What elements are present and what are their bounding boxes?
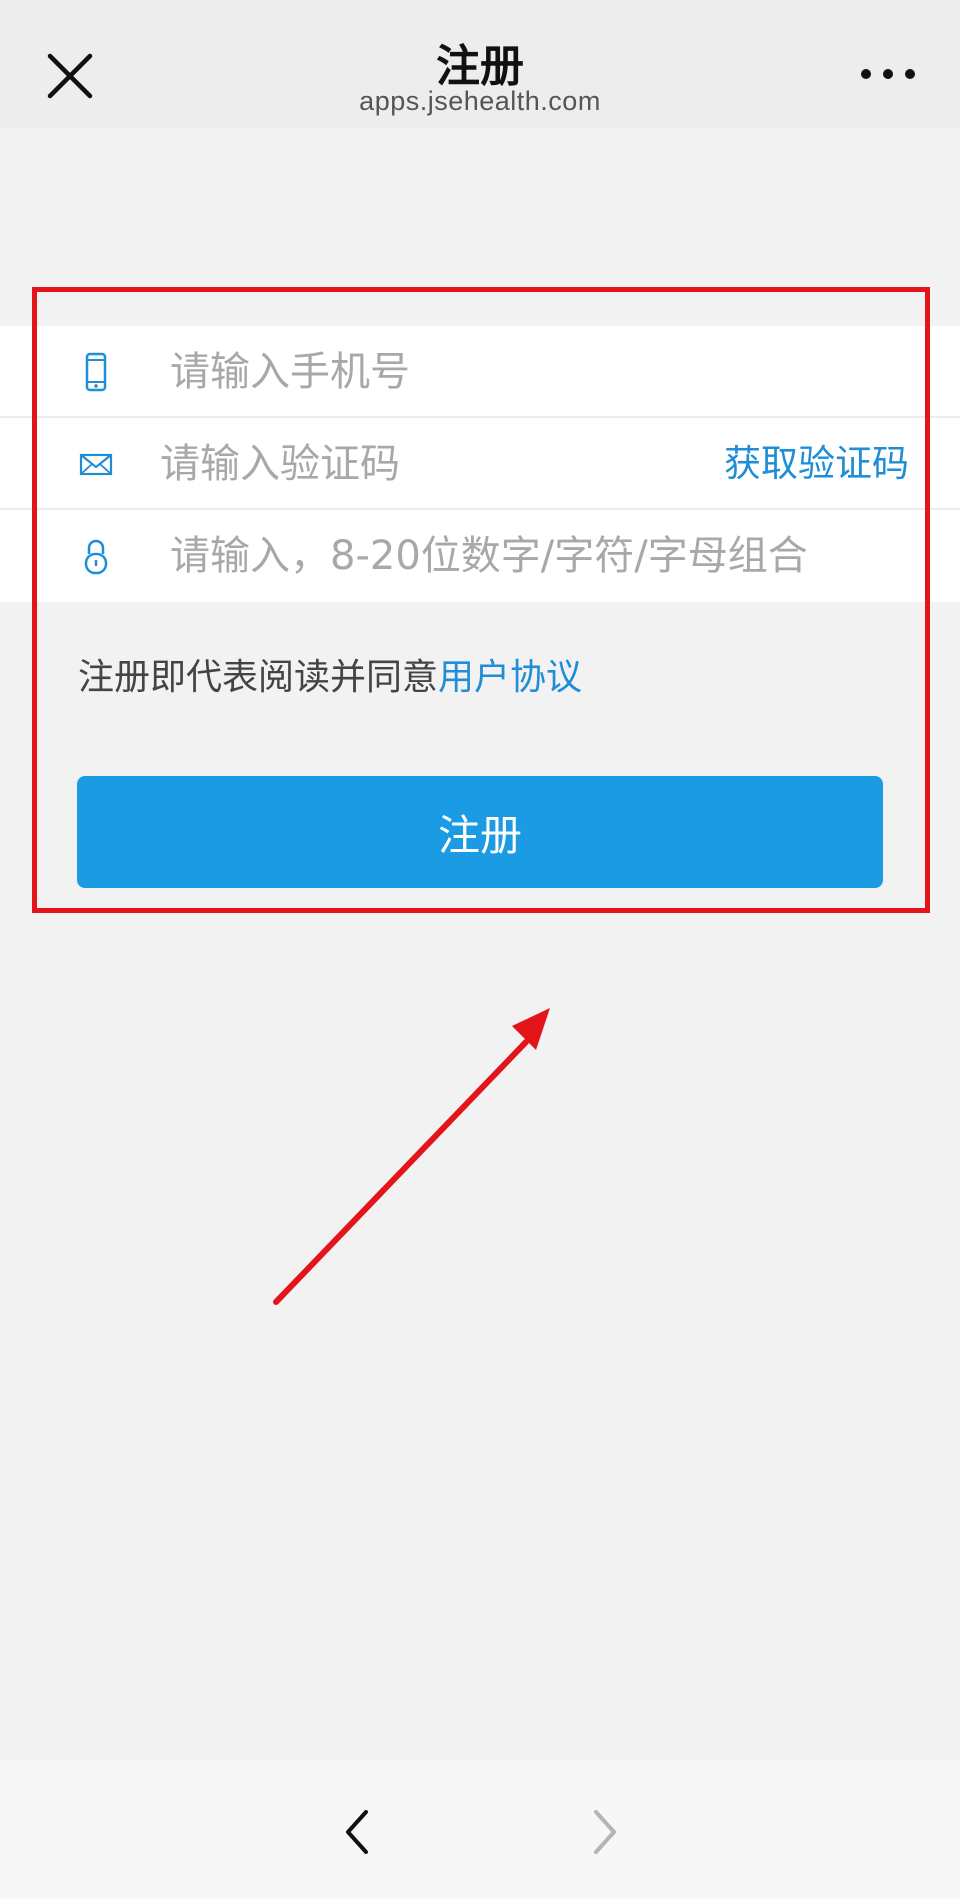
page-url: apps.jsehealth.com xyxy=(359,86,601,116)
chevron-right-icon[interactable] xyxy=(590,1808,622,1856)
more-icon[interactable] xyxy=(860,60,916,88)
bottom-nav-bar xyxy=(0,1760,960,1899)
chevron-left-icon[interactable] xyxy=(340,1808,372,1856)
page-title: 注册 xyxy=(436,41,524,92)
annotation-arrow xyxy=(273,1008,550,1305)
top-nav-bar: 注册 apps.jsehealth.com xyxy=(0,0,960,128)
annotation-highlight-box xyxy=(32,287,930,913)
